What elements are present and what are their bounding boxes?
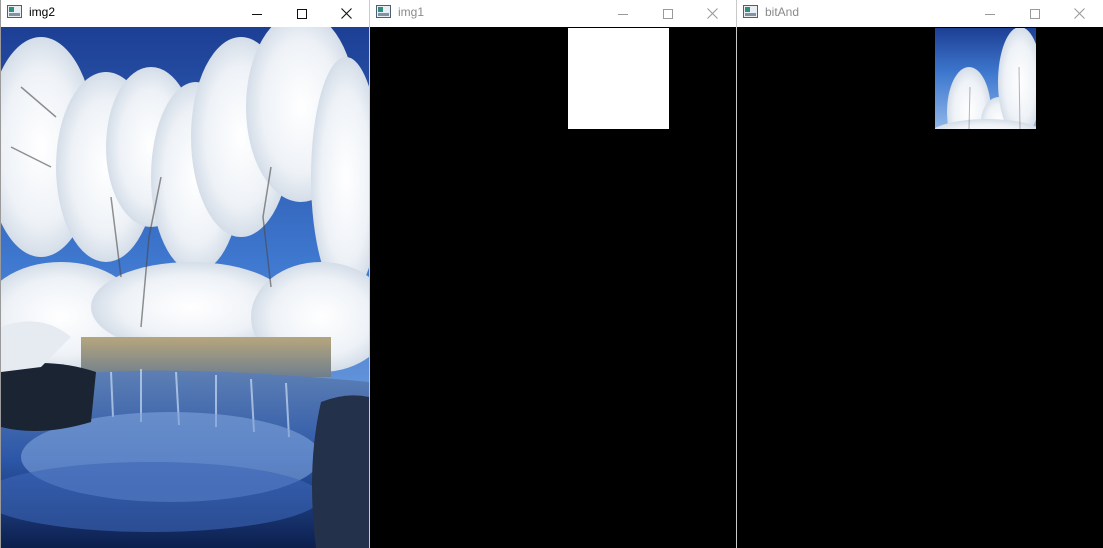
minimize-button[interactable] [234,0,279,27]
app-icon [7,5,22,18]
app-icon [743,5,758,18]
close-button[interactable] [324,0,369,27]
window-img1[interactable]: img1 [369,0,736,548]
close-button[interactable] [690,0,735,27]
close-icon [1074,8,1085,19]
window-img2[interactable]: img2 [0,0,369,548]
close-icon [341,8,352,19]
maximize-icon [1029,8,1040,19]
image-canvas-bitand [737,27,1103,548]
minimize-icon [617,13,628,15]
maximize-icon [296,8,307,19]
minimize-icon [251,13,262,15]
close-button[interactable] [1057,0,1102,27]
minimize-button[interactable] [600,0,645,27]
winter-forest-waterfall-photo [1,27,369,548]
app-icon [376,5,391,18]
image-canvas-img2 [1,27,369,548]
close-icon [707,8,718,19]
maximize-icon [662,8,673,19]
maximize-button[interactable] [645,0,690,27]
window-bitand[interactable]: bitAnd [736,0,1103,548]
window-title: bitAnd [765,5,800,19]
titlebar-img1[interactable]: img1 [370,0,736,27]
white-square-mask [568,28,669,129]
mask-image [370,27,736,548]
maximize-button[interactable] [1012,0,1057,27]
bitwise-and-result [737,27,1103,548]
window-title: img2 [29,5,56,19]
titlebar-bitand[interactable]: bitAnd [737,0,1103,27]
titlebar-img2[interactable]: img2 [1,0,369,27]
minimize-button[interactable] [967,0,1012,27]
window-title: img1 [398,5,425,19]
minimize-icon [984,13,995,15]
maximize-button[interactable] [279,0,324,27]
image-canvas-img1 [370,27,736,548]
